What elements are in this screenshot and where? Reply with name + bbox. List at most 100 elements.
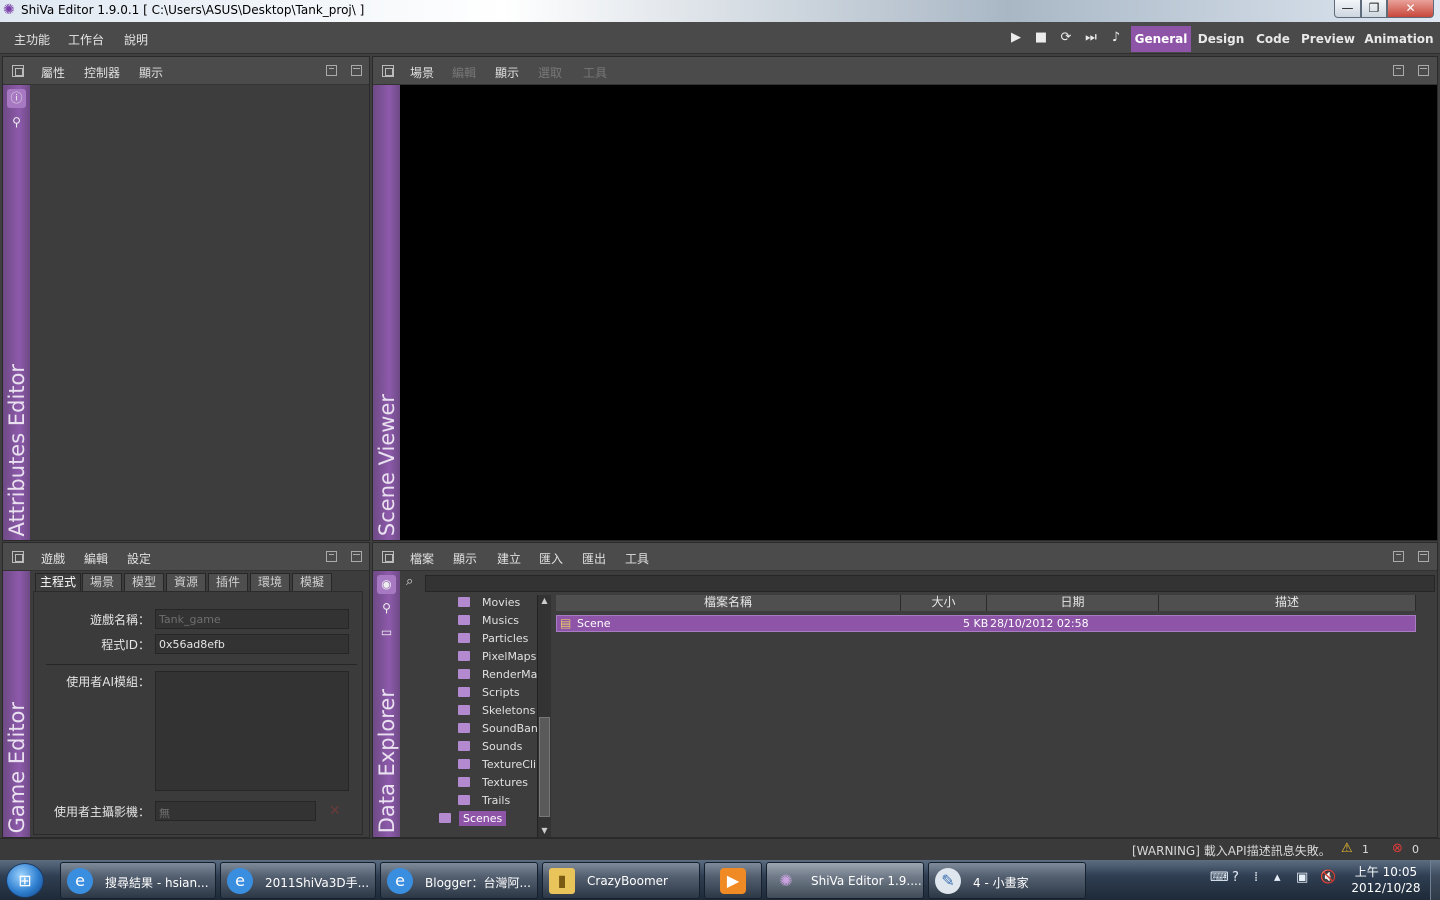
volume-muted-icon[interactable]: 🔇 — [1320, 870, 1336, 885]
tree-item-scenes[interactable]: Scenes — [427, 810, 537, 828]
program-id-field[interactable]: 0x56ad8efb — [155, 634, 349, 654]
explorer-search-icon[interactable]: ⚲ — [377, 599, 396, 618]
panel-menu-icon[interactable] — [382, 551, 394, 563]
mode-tab-code[interactable]: Code — [1252, 26, 1294, 52]
column-header-date[interactable]: 日期 — [987, 595, 1159, 611]
mode-tab-preview[interactable]: Preview — [1299, 26, 1357, 52]
explorer-media-icon[interactable]: ▭ — [377, 623, 396, 642]
table-row[interactable]: ▤ Scene 5 KB 28/10/2012 02:58 — [556, 615, 1416, 632]
taskbar-item-ie-shiva-manual[interactable]: e 2011ShiVa3D手... — [220, 862, 376, 899]
explorer-view-icon[interactable]: ◉ — [377, 575, 396, 594]
tree-item-musics[interactable]: Musics — [427, 612, 537, 630]
attributes-info-icon[interactable]: ⓘ — [7, 89, 26, 108]
tree-item-pixelmaps[interactable]: PixelMaps — [427, 648, 537, 666]
network-icon[interactable]: ▣ — [1296, 870, 1308, 885]
taskbar-item-ie-blogger[interactable]: e Blogger：台灣阿... — [380, 862, 538, 899]
keyboard-icon[interactable]: ⌨ — [1210, 870, 1229, 885]
taskbar-item-media-player[interactable]: ▶ — [704, 862, 762, 899]
attributes-search-icon[interactable]: ⚲ — [7, 113, 26, 132]
menu-game[interactable]: 遊戲 — [41, 550, 65, 567]
minimize-button[interactable]: — — [1334, 0, 1361, 18]
tree-item-textures[interactable]: Textures — [427, 774, 537, 792]
tree-item-textureclips[interactable]: TextureClip — [427, 756, 537, 774]
menu-display[interactable]: 顯示 — [139, 64, 163, 81]
tree-item-particles[interactable]: Particles — [427, 630, 537, 648]
column-header-description[interactable]: 描述 — [1159, 595, 1416, 611]
stop-icon[interactable]: ■ — [1033, 30, 1049, 46]
menu-file[interactable]: 檔案 — [410, 550, 434, 567]
play-icon[interactable]: ▶ — [1008, 30, 1024, 46]
panel-maximize-icon[interactable] — [351, 65, 362, 76]
tab-models[interactable]: 模型 — [124, 573, 164, 592]
explorer-search-input[interactable] — [425, 575, 1435, 592]
mode-tab-design[interactable]: Design — [1195, 26, 1247, 52]
panel-float-icon[interactable] — [1393, 551, 1404, 562]
tree-item-skeletons[interactable]: Skeletons — [427, 702, 537, 720]
column-header-filename[interactable]: 檔案名稱 — [556, 595, 901, 611]
tree-scrollbar[interactable]: ▲ ▼ — [537, 595, 551, 837]
panel-maximize-icon[interactable] — [1418, 551, 1429, 562]
mode-tab-animation[interactable]: Animation — [1362, 26, 1436, 52]
tab-plugins[interactable]: 插件 — [208, 573, 248, 592]
tree-item-soundbanks[interactable]: SoundBank — [427, 720, 537, 738]
menu-tools[interactable]: 工具 — [625, 550, 649, 567]
tree-item-sounds[interactable]: Sounds — [427, 738, 537, 756]
panel-menu-icon[interactable] — [382, 65, 394, 77]
panel-maximize-icon[interactable] — [351, 551, 362, 562]
mode-tab-general[interactable]: General — [1131, 26, 1191, 52]
help-icon[interactable]: ? — [1232, 870, 1239, 885]
panel-float-icon[interactable] — [326, 551, 337, 562]
tree-item-trails[interactable]: Trails — [427, 792, 537, 810]
scene-viewport[interactable] — [400, 85, 1437, 540]
tab-scenes[interactable]: 場景 — [82, 573, 122, 592]
panel-menu-icon[interactable] — [12, 551, 24, 563]
start-button[interactable]: ⊞ — [6, 863, 44, 898]
menu-scene[interactable]: 場景 — [410, 64, 434, 81]
ime-icon[interactable]: ⁞ — [1254, 870, 1258, 885]
taskbar-item-shiva-editor[interactable]: ✺ ShiVa Editor 1.9.... — [766, 862, 924, 899]
menu-export[interactable]: 匯出 — [582, 550, 606, 567]
taskbar-item-label: 2011ShiVa3D手... — [265, 876, 370, 890]
column-header-size[interactable]: 大小 — [901, 595, 987, 611]
menu-main-functions[interactable]: 主功能 — [14, 31, 50, 48]
menu-create[interactable]: 建立 — [497, 550, 521, 567]
menu-help[interactable]: 說明 — [124, 31, 148, 48]
user-ai-models-list[interactable] — [155, 671, 349, 791]
scroll-down-icon[interactable]: ▼ — [538, 825, 551, 837]
taskbar-item-crazyboomer-folder[interactable]: ▮ CrazyBoomer — [542, 862, 700, 899]
warning-icon[interactable]: ⚠ — [1341, 841, 1353, 856]
close-button[interactable]: ✕ — [1387, 0, 1434, 18]
maximize-button[interactable]: ❐ — [1361, 0, 1387, 18]
tree-item-movies[interactable]: Movies — [427, 594, 537, 612]
menu-edit[interactable]: 編輯 — [84, 550, 108, 567]
panel-menu-icon[interactable] — [12, 65, 24, 77]
scroll-up-icon[interactable]: ▲ — [538, 595, 551, 607]
menu-workspace[interactable]: 工作台 — [68, 31, 104, 48]
system-clock[interactable]: 上午 10:05 2012/10/28 — [1346, 864, 1426, 896]
tab-simulation[interactable]: 模擬 — [292, 573, 332, 592]
tree-item-rendermaps[interactable]: RenderMap — [427, 666, 537, 684]
menu-attributes[interactable]: 屬性 — [41, 64, 65, 81]
menu-import[interactable]: 匯入 — [539, 550, 563, 567]
tab-main-program[interactable]: 主程式 — [35, 573, 81, 592]
audio-icon[interactable]: ♪ — [1108, 30, 1124, 46]
menu-display[interactable]: 顯示 — [495, 64, 519, 81]
tree-item-scripts[interactable]: Scripts — [427, 684, 537, 702]
taskbar-item-ie-search[interactable]: e 搜尋結果 - hsian... — [60, 862, 216, 899]
user-main-camera-field: 無 — [155, 801, 316, 821]
show-hidden-icons-icon[interactable]: ▴ — [1274, 870, 1281, 885]
tab-resources[interactable]: 資源 — [166, 573, 206, 592]
step-forward-icon[interactable]: ⏭ — [1083, 30, 1099, 46]
menu-controllers[interactable]: 控制器 — [84, 64, 120, 81]
panel-maximize-icon[interactable] — [1418, 65, 1429, 76]
scroll-thumb[interactable] — [539, 717, 550, 817]
taskbar-item-paint[interactable]: ✎ 4 - 小畫家 — [928, 862, 1086, 899]
show-desktop-button[interactable] — [1430, 860, 1440, 900]
panel-float-icon[interactable] — [326, 65, 337, 76]
restart-icon[interactable]: ⟳ — [1058, 30, 1074, 46]
menu-display[interactable]: 顯示 — [453, 550, 477, 567]
tab-environment[interactable]: 環境 — [250, 573, 290, 592]
panel-float-icon[interactable] — [1393, 65, 1404, 76]
error-icon[interactable]: ⊗ — [1392, 841, 1403, 856]
menu-settings[interactable]: 設定 — [127, 550, 151, 567]
